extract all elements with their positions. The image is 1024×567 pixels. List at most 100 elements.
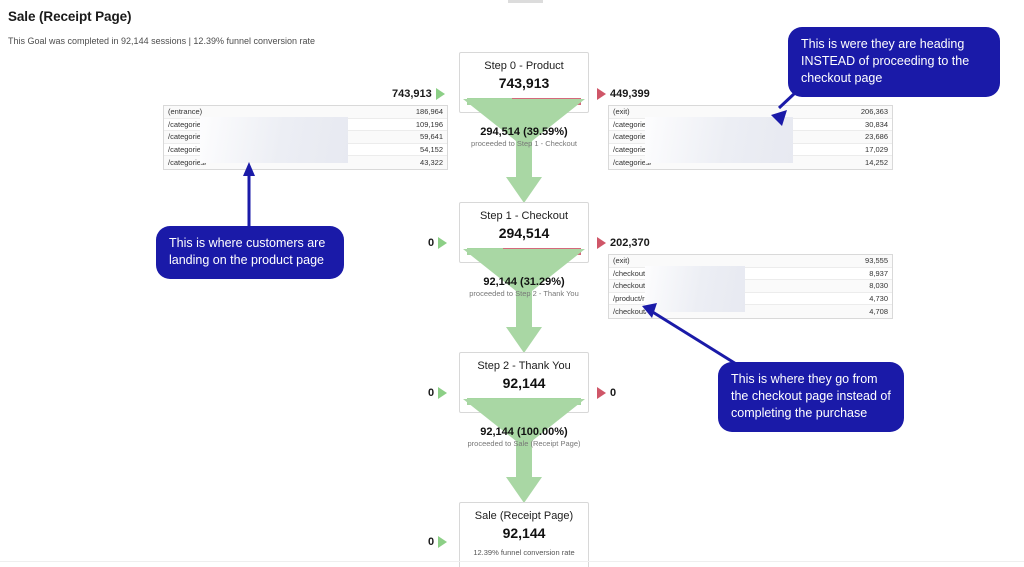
entrance-table-row[interactable]: /categories/54,152 xyxy=(164,143,447,157)
entrance-table-row-label: /categories/ xyxy=(168,145,207,155)
entrance-table-row-value: 54,152 xyxy=(420,145,443,155)
step-1-entered-value: 0 xyxy=(428,237,435,249)
step-0-exit-table-row-label: (exit) xyxy=(613,107,630,117)
bottom-divider xyxy=(0,561,1024,562)
funnel-connector-0 xyxy=(462,99,586,204)
sale-entered-value: 0 xyxy=(428,536,435,548)
annotation-product-landing[interactable]: This is where customers are landing on t… xyxy=(156,226,344,279)
step-0-exit-table-row-value: 17,029 xyxy=(865,145,888,155)
entrance-table-row[interactable]: /categories/43,322 xyxy=(164,156,447,169)
funnel-1-proceeded: 92,144 (31.29%) xyxy=(483,276,565,288)
entrance-table-row[interactable]: (entrance) 186,964 xyxy=(164,106,447,119)
entrance-table-row-label: /categories/ xyxy=(168,119,207,129)
step-2-entered-marker: 0 xyxy=(428,387,448,399)
step-0-exit-table-row-label: /categories/ xyxy=(613,145,652,155)
annotation-product-landing-text: This is where customers are landing on t… xyxy=(169,236,326,267)
page-subtitle: This Goal was completed in 92,144 sessio… xyxy=(8,36,316,46)
step-1-count: 294,514 xyxy=(498,225,550,241)
step-0-exit-table-row[interactable]: /categories/23,686 xyxy=(609,131,892,144)
step-1-exited-value: 202,370 xyxy=(610,237,650,249)
triangle-right-red-icon xyxy=(597,237,606,249)
step-0-entered-marker: 743,913 xyxy=(392,88,445,100)
triangle-right-green-icon xyxy=(438,237,448,249)
entrance-table-row-value: 109,196 xyxy=(415,119,443,129)
step-0-count: 743,913 xyxy=(498,75,550,91)
step-1-exit-table-row-value: 93,555 xyxy=(865,256,888,266)
step-1-exit-table-row-label: /product/re xyxy=(613,294,649,304)
funnel-connector-2 xyxy=(462,399,586,504)
triangle-right-red-icon xyxy=(597,387,606,399)
step-0-exit-table-row[interactable]: /categories/14,252 xyxy=(609,156,892,169)
step-0-exit-table-row-label: /categories/ xyxy=(613,158,652,168)
triangle-right-green-icon xyxy=(438,387,448,399)
step-0-exit-table-row-value: 23,686 xyxy=(865,132,888,142)
step-1-name: Step 1 - Checkout xyxy=(479,210,569,222)
step-2-name: Step 2 - Thank You xyxy=(477,360,571,372)
annotation-exit-instead-of-checkout[interactable]: This is were they are heading INSTEAD of… xyxy=(788,27,1000,97)
step-0-exit-table-row-value: 206,363 xyxy=(860,107,888,117)
entrance-table-row-value: 186,964 xyxy=(415,107,443,117)
funnel-2-labels: 92,144 (100.00%) proceeded to Sale (Rece… xyxy=(462,426,586,448)
entrance-table-row-label: (entrance) xyxy=(168,107,203,117)
step-1-exit-table[interactable]: (exit) 93,555/checkout/8,937/checkout/8,0… xyxy=(608,254,893,319)
funnel-1-labels: 92,144 (31.29%) proceeded to Step 2 - Th… xyxy=(462,276,586,298)
funnel-2-proceeded-sub: proceeded to Sale (Receipt Page) xyxy=(467,439,581,448)
step-1-exit-table-row[interactable]: /checkout/4,708 xyxy=(609,305,892,318)
step-0-exit-table-row[interactable]: /categories/17,029 xyxy=(609,143,892,157)
entrance-table-row-label: /categories/ xyxy=(168,158,207,168)
triangle-right-red-icon xyxy=(597,88,606,100)
triangle-right-green-icon xyxy=(438,536,448,548)
step-1-exit-table-row-label: /checkout/ xyxy=(613,268,648,278)
funnel-1-proceeded-sub: proceeded to Step 2 - Thank You xyxy=(469,289,579,298)
annotation-checkout-abandon-text: This is where they go from the checkout … xyxy=(731,372,891,420)
sale-conversion-note: 12.39% funnel conversion rate xyxy=(473,548,575,557)
entrance-table-row-label: /categories/ xyxy=(168,132,207,142)
step-2-exited-marker: 0 xyxy=(597,387,616,399)
funnel-2-proceeded: 92,144 (100.00%) xyxy=(480,426,568,438)
funnel-connector-1 xyxy=(462,249,586,354)
sale-count: 92,144 xyxy=(502,525,546,541)
step-1-exit-table-row-value: 4,708 xyxy=(869,307,888,317)
funnel-step-sale[interactable]: Sale (Receipt Page) 92,144 12.39% funnel… xyxy=(459,502,589,567)
step-1-entered-marker: 0 xyxy=(428,237,448,249)
step-1-exit-table-row[interactable]: /checkout/8,030 xyxy=(609,280,892,293)
step-1-exit-table-row[interactable]: /checkout/8,937 xyxy=(609,267,892,281)
step-1-exit-table-row-value: 8,937 xyxy=(869,268,888,278)
top-cutoff-stub xyxy=(508,0,543,3)
step-0-entrance-table[interactable]: (entrance) 186,964/categories/109,196/cat… xyxy=(163,105,448,170)
funnel-visualization: Sale (Receipt Page) This Goal was comple… xyxy=(0,0,1024,567)
step-0-exit-table-row-label: /categories/ xyxy=(613,132,652,142)
entrance-table-row[interactable]: /categories/109,196 xyxy=(164,118,447,132)
step-2-exited-value: 0 xyxy=(610,387,617,399)
step-0-name: Step 0 - Product xyxy=(484,60,564,72)
step-0-exit-table-row-label: /categories/ xyxy=(613,119,652,129)
entrance-table-row-value: 43,322 xyxy=(420,158,443,168)
step-0-entered-value: 743,913 xyxy=(392,88,432,100)
step-0-exit-table[interactable]: (exit) 206,363/categories/30,834/categori… xyxy=(608,105,893,170)
annotation-checkout-abandon[interactable]: This is where they go from the checkout … xyxy=(718,362,904,432)
sale-entered-marker: 0 xyxy=(428,536,448,548)
page-title: Sale (Receipt Page) xyxy=(8,9,132,24)
step-2-entered-value: 0 xyxy=(428,387,435,399)
step-0-exit-table-row[interactable]: (exit) 206,363 xyxy=(609,106,892,119)
annotation-exit-instead-of-checkout-text: This is were they are heading INSTEAD of… xyxy=(801,37,970,85)
step-1-exit-table-row-label: (exit) xyxy=(613,256,630,266)
step-1-exit-table-row[interactable]: (exit) 93,555 xyxy=(609,255,892,268)
sale-name: Sale (Receipt Page) xyxy=(474,510,574,522)
step-0-exit-table-row-value: 14,252 xyxy=(865,158,888,168)
funnel-0-proceeded-sub: proceeded to Step 1 - Checkout xyxy=(471,139,577,148)
step-1-exit-table-row-value: 4,730 xyxy=(869,294,888,304)
step-2-count: 92,144 xyxy=(502,375,546,391)
funnel-0-proceeded: 294,514 (39.59%) xyxy=(480,126,568,138)
step-0-exited-value: 449,399 xyxy=(610,88,650,100)
step-1-exit-table-row-label: /checkout/ xyxy=(613,281,648,291)
triangle-right-green-icon xyxy=(435,88,445,100)
step-0-exit-table-row[interactable]: /categories/30,834 xyxy=(609,118,892,132)
step-1-exit-table-row-label: /checkout/ xyxy=(613,307,648,317)
funnel-0-labels: 294,514 (39.59%) proceeded to Step 1 - C… xyxy=(462,126,586,148)
step-1-exited-marker: 202,370 xyxy=(597,237,650,249)
step-0-exit-table-row-value: 30,834 xyxy=(865,119,888,129)
entrance-table-row[interactable]: /categories/59,641 xyxy=(164,131,447,144)
step-1-exit-table-row[interactable]: /product/re 4,730 xyxy=(609,292,892,306)
entrance-table-row-value: 59,641 xyxy=(420,132,443,142)
